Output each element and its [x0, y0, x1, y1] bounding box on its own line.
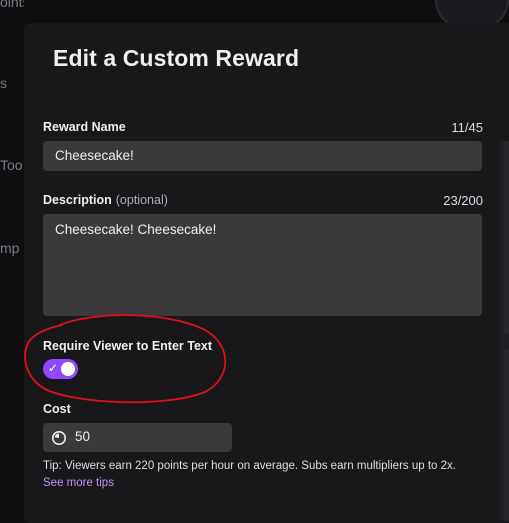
- reward-name-label: Reward Name: [43, 120, 126, 134]
- channel-points-icon: [52, 431, 66, 445]
- require-text-label: Require Viewer to Enter Text: [43, 339, 213, 353]
- description-label-text: Description: [43, 193, 112, 207]
- bg-fragment: mp: [0, 240, 20, 256]
- scrollbar-thumb[interactable]: [504, 141, 509, 334]
- description-label: Description (optional): [43, 193, 168, 207]
- require-text-toggle[interactable]: ✓: [43, 359, 78, 379]
- description-counter: 23/200: [443, 193, 483, 208]
- scrollbar-segment: [504, 349, 509, 521]
- see-more-tips-link[interactable]: See more tips: [43, 477, 114, 489]
- cost-label: Cost: [43, 402, 71, 416]
- modal-title: Edit a Custom Reward: [53, 45, 300, 71]
- reward-name-counter: 11/45: [451, 120, 483, 135]
- bg-fragment: Too: [0, 157, 23, 173]
- reward-name-input[interactable]: Cheesecake!: [43, 141, 482, 171]
- cost-input[interactable]: 50: [43, 423, 232, 452]
- description-textarea[interactable]: Cheesecake! Cheesecake!: [43, 214, 482, 316]
- scrollbar[interactable]: [500, 141, 509, 521]
- cost-value: 50: [75, 429, 91, 444]
- edit-reward-modal: Edit a Custom Reward Reward Name 11/45 C…: [24, 23, 509, 523]
- check-icon: ✓: [48, 361, 59, 375]
- toggle-knob: [61, 362, 75, 376]
- tip-text: Tip: Viewers earn 220 points per hour on…: [43, 460, 456, 472]
- optional-label: (optional): [115, 193, 168, 207]
- bg-fragment: oints: [0, 0, 24, 10]
- bg-fragment: s: [0, 75, 7, 91]
